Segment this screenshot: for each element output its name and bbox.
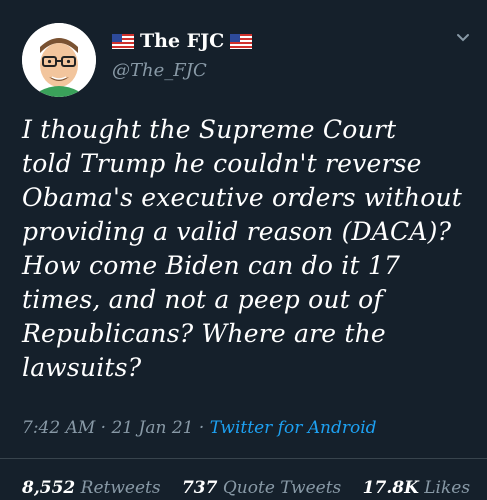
tweet-text: I thought the Supreme Court told Trump h… [22,115,463,382]
quotes-stat[interactable]: 737 Quote Tweets [182,478,341,498]
meta-separator: · [198,418,210,438]
likes-stat[interactable]: 17.8K Likes [363,478,470,498]
avatar-cartoon-icon [22,23,96,97]
tweet-date[interactable]: 21 Jan 21 [111,418,193,438]
retweets-count: 8,552 [22,478,76,498]
avatar[interactable] [22,23,96,97]
display-name-row[interactable]: The FJC [112,30,253,52]
quotes-count: 737 [181,478,218,498]
tweet-source-link[interactable]: Twitter for Android [210,418,377,438]
quotes-label: Quote Tweets [222,478,342,498]
retweets-stat[interactable]: 8,552 Retweets [22,478,161,498]
user-handle[interactable]: @The_FJC [112,60,207,81]
us-flag-icon [112,33,134,49]
chevron-down-icon[interactable] [455,30,471,46]
meta-separator: · [100,418,112,438]
divider [0,458,487,459]
tweet-card: The FJC @The_FJC I thought the Supreme C… [0,0,487,500]
retweets-label: Retweets [80,478,161,498]
tweet-time[interactable]: 7:42 AM [22,418,95,438]
tweet-stats: 8,552 Retweets 737 Quote Tweets 17.8K Li… [22,478,470,498]
us-flag-icon [230,33,253,49]
likes-label: Likes [424,478,471,498]
likes-count: 17.8K [362,478,419,498]
tweet-meta: 7:42 AM · 21 Jan 21 · Twitter for Androi… [22,418,377,438]
display-name[interactable]: The FJC [140,30,224,52]
